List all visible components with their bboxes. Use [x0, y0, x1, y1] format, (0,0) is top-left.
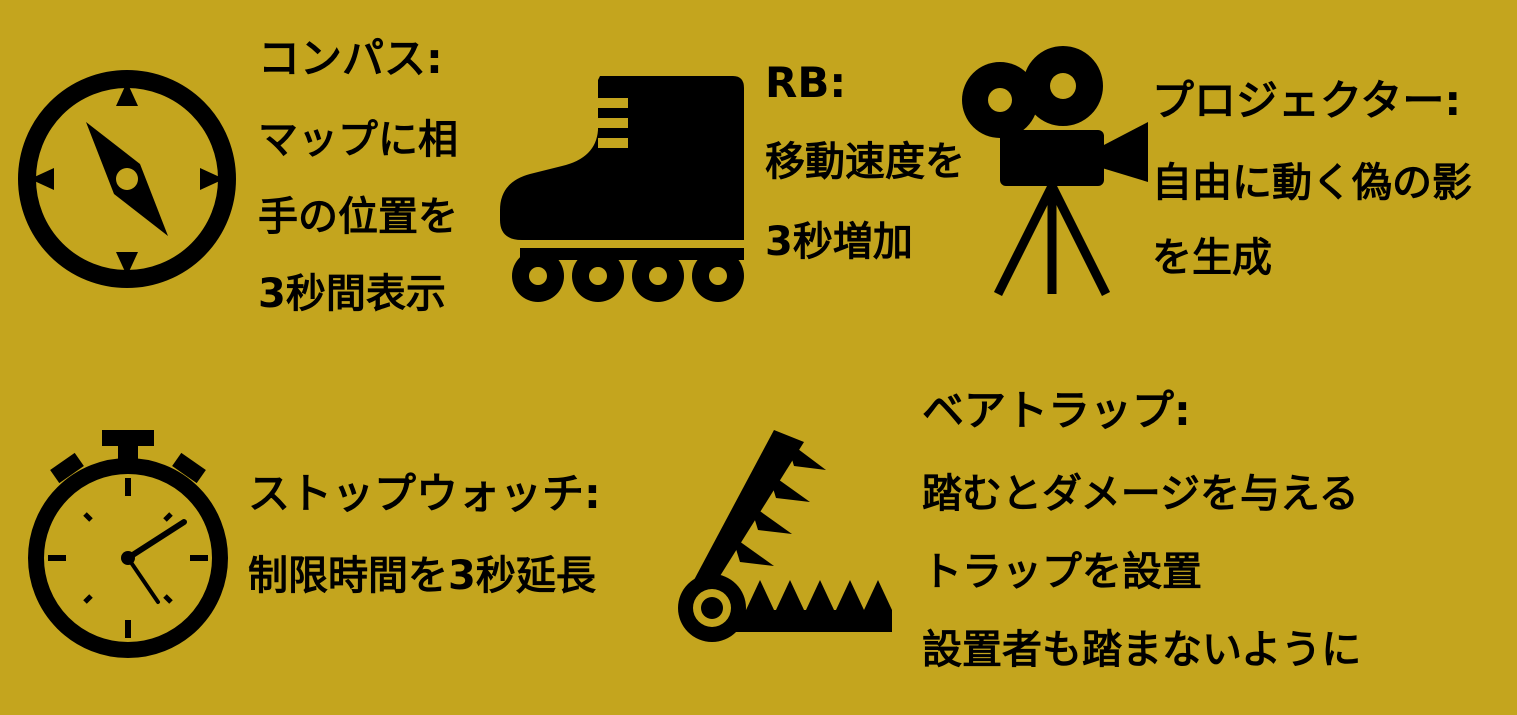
compass-icon	[18, 70, 236, 288]
rollerblade-desc-line-1: 移動速度を	[765, 139, 965, 185]
rollerblade-title: RB:	[765, 58, 847, 107]
inline-skate-icon	[500, 76, 744, 302]
beartrap-title: ベアトラップ:	[922, 386, 1191, 435]
movie-projector-icon	[962, 46, 1148, 296]
compass-desc-line-2: 手の位置を	[258, 194, 458, 240]
beartrap-desc-line-1: 踏むとダメージを与える	[922, 471, 1359, 517]
beartrap-desc-line-3: 設置者も踏まないように	[922, 627, 1362, 673]
stopwatch-desc-line-1: 制限時間を3秒延長	[248, 553, 596, 599]
projector-desc-line-1: 自由に動く偽の影	[1152, 160, 1472, 206]
bear-trap-icon	[678, 430, 892, 642]
stopwatch-icon	[28, 430, 228, 658]
compass-desc-line-3: 3秒間表示	[258, 271, 446, 317]
compass-desc-line-1: マップに相	[258, 117, 458, 163]
stopwatch-title: ストップウォッチ:	[248, 469, 601, 518]
beartrap-desc-line-2: トラップを設置	[922, 549, 1202, 595]
compass-title: コンパス:	[258, 34, 443, 83]
rollerblade-desc-line-2: 3秒増加	[765, 219, 913, 265]
projector-title: プロジェクター:	[1152, 76, 1462, 125]
projector-desc-line-2: を生成	[1152, 235, 1272, 281]
